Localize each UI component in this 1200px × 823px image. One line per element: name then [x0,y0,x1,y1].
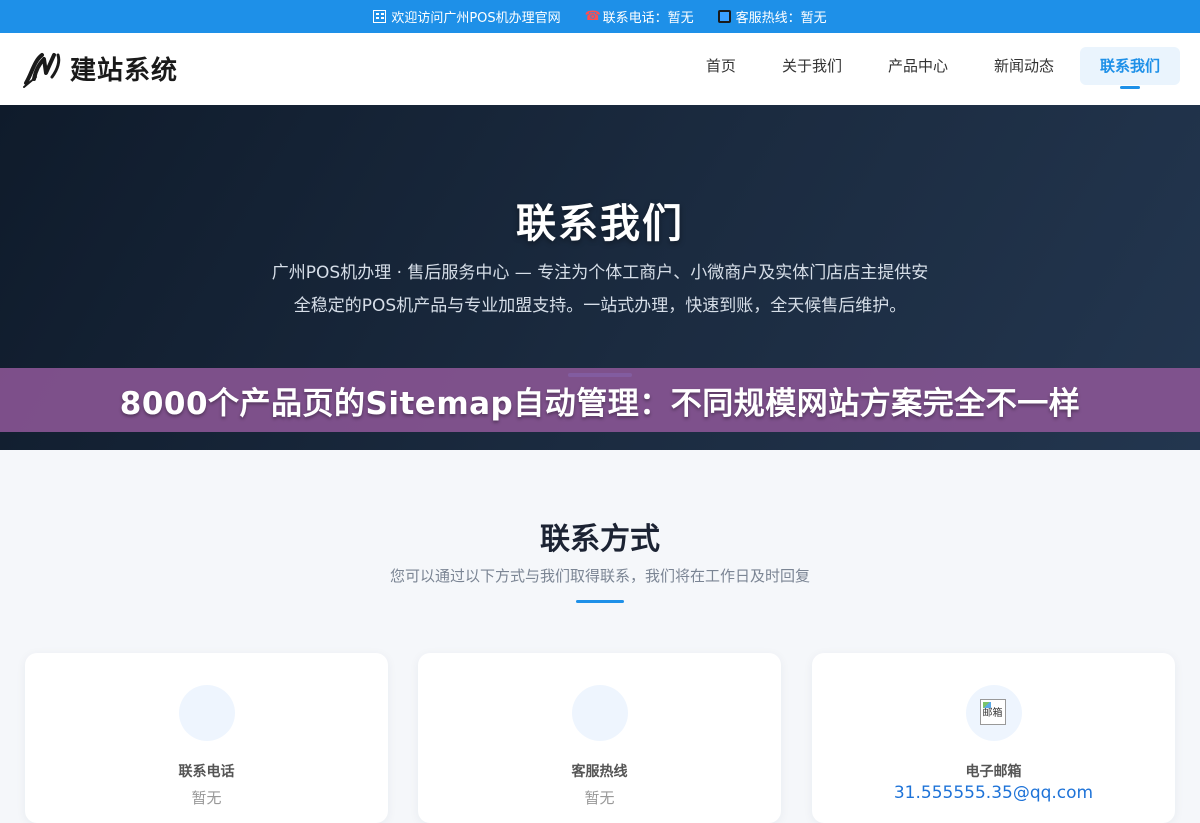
section-divider [576,600,624,603]
card-label: 联系电话 [178,764,235,780]
hero-title: 联系我们 [516,201,684,247]
nav-about[interactable]: 关于我们 [762,47,862,85]
broken-image-icon: 邮箱 [979,699,1006,725]
card-value: 暂无 [191,789,222,807]
site-logo[interactable]: 建站系统 [22,47,178,89]
contact-section-title: 联系方式 [540,522,660,557]
headset-icon [571,685,628,741]
email-icon: 邮箱 [965,685,1022,741]
main-nav: 首页 关于我们 产品中心 新闻动态 联系我们 [686,47,1180,89]
logo-text: 建站系统 [70,55,179,86]
nav-products[interactable]: 产品中心 [868,47,968,85]
hero-description: 广州POS机办理 · 售后服务中心 — 专注为个体工商户、小微商户及实体门店店主… [271,263,929,316]
nav-contact[interactable]: 联系我们 [1079,47,1180,89]
logo-mark-icon [23,53,61,88]
contact-card-email: 邮箱 电子邮箱 31.555555.35@qq.com [812,653,1175,823]
card-label: 客服热线 [571,764,628,780]
overlay-text: 8000个产品页的Sitemap自动管理：不同规模网站方案完全不一样 [119,385,1081,422]
nav-home[interactable]: 首页 [686,47,756,85]
site-header: 建站系统 首页 关于我们 产品中心 新闻动态 联系我们 [0,33,1200,106]
hotline-item: 客服热线：暂无 [717,7,827,26]
welcome-item: 欢迎访问广州POS机办理官网 [373,7,561,26]
building-icon [373,10,387,23]
card-label: 电子邮箱 [965,764,1022,780]
welcome-text: 欢迎访问广州POS机办理官网 [391,11,561,26]
phone-icon: ☎ [584,9,601,24]
contact-card-phone: 联系电话 暂无 [25,653,388,823]
mobile-icon [717,10,731,23]
nav-news[interactable]: 新闻动态 [974,47,1074,85]
phone-text: 联系电话：暂无 [602,11,694,26]
article-title-overlay[interactable]: 8000个产品页的Sitemap自动管理：不同规模网站方案完全不一样 [0,368,1200,432]
email-link[interactable]: 31.555555.35@qq.com [812,783,1175,803]
contact-card-hotline: 客服热线 暂无 [418,653,781,823]
top-info-bar: 欢迎访问广州POS机办理官网 ☎ 联系电话：暂无 客服热线：暂无 [0,0,1200,33]
phone-item: ☎ 联系电话：暂无 [585,7,694,26]
card-value: 暂无 [584,789,615,807]
contact-section-subtitle: 您可以通过以下方式与我们取得联系，我们将在工作日及时回复 [389,567,810,585]
phone-icon [178,685,235,741]
hotline-text: 客服热线：暂无 [735,11,827,26]
